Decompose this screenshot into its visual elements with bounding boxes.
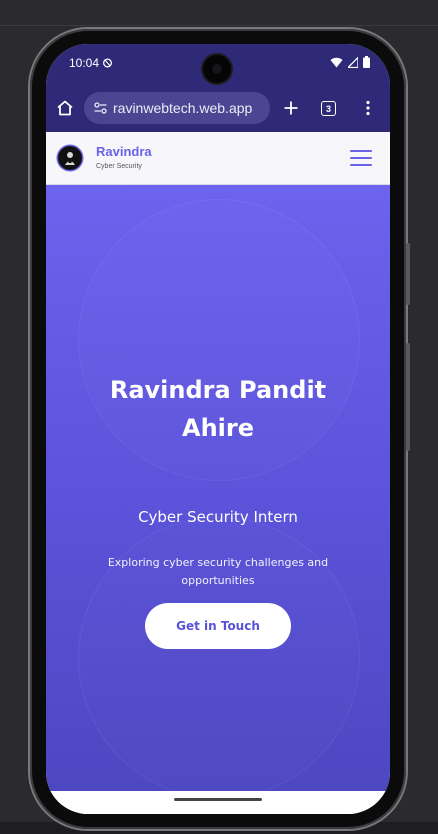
home-icon[interactable] [56, 99, 74, 117]
address-bar[interactable]: ravinwebtech.web.app [84, 92, 270, 124]
more-menu-icon[interactable] [365, 100, 371, 116]
power-button [406, 343, 410, 451]
get-in-touch-button[interactable]: Get in Touch [145, 603, 291, 649]
battery-icon [363, 56, 370, 68]
tab-count: 3 [325, 103, 331, 114]
volume-button [406, 243, 410, 305]
hero-description: Exploring cyber security challenges and … [107, 556, 329, 587]
hero-section: Ravindra Pandit Ahire Cyber Security Int… [46, 185, 390, 791]
brand-tagline: Cyber Security [96, 163, 142, 170]
wifi-icon [330, 57, 343, 67]
status-bar: 10:04 [46, 44, 390, 88]
hero-title: Ravindra Pandit Ahire [46, 371, 390, 447]
hero-subtitle: Cyber Security Intern [138, 508, 298, 526]
tab-switcher-icon[interactable]: 3 [321, 101, 336, 116]
phone-screen: 10:04 ravinwebtech.web.app 3 Ravindra Cy… [46, 44, 390, 814]
bottom-nav-area [46, 791, 390, 814]
site-info-icon[interactable] [94, 102, 107, 114]
url-text[interactable]: ravinwebtech.web.app [113, 100, 252, 116]
brand-logo[interactable] [58, 146, 82, 170]
signal-icon [348, 56, 358, 68]
hacker-logo-icon [65, 152, 75, 165]
site-header: Ravindra Cyber Security [46, 132, 390, 185]
status-time: 10:04 [69, 56, 100, 70]
window-divider [0, 25, 438, 26]
front-camera [203, 55, 231, 83]
phone-frame: 10:04 ravinwebtech.web.app 3 Ravindra Cy… [30, 29, 410, 829]
hero-title-line1: Ravindra Pandit [109, 376, 327, 404]
new-tab-icon[interactable] [283, 100, 299, 116]
hero-title-line2: Ahire [182, 414, 254, 442]
alarm-icon [103, 58, 112, 68]
home-indicator[interactable] [174, 798, 262, 801]
brand-name[interactable]: Ravindra [96, 144, 152, 159]
hamburger-icon[interactable] [350, 150, 372, 166]
status-icons [330, 56, 370, 68]
